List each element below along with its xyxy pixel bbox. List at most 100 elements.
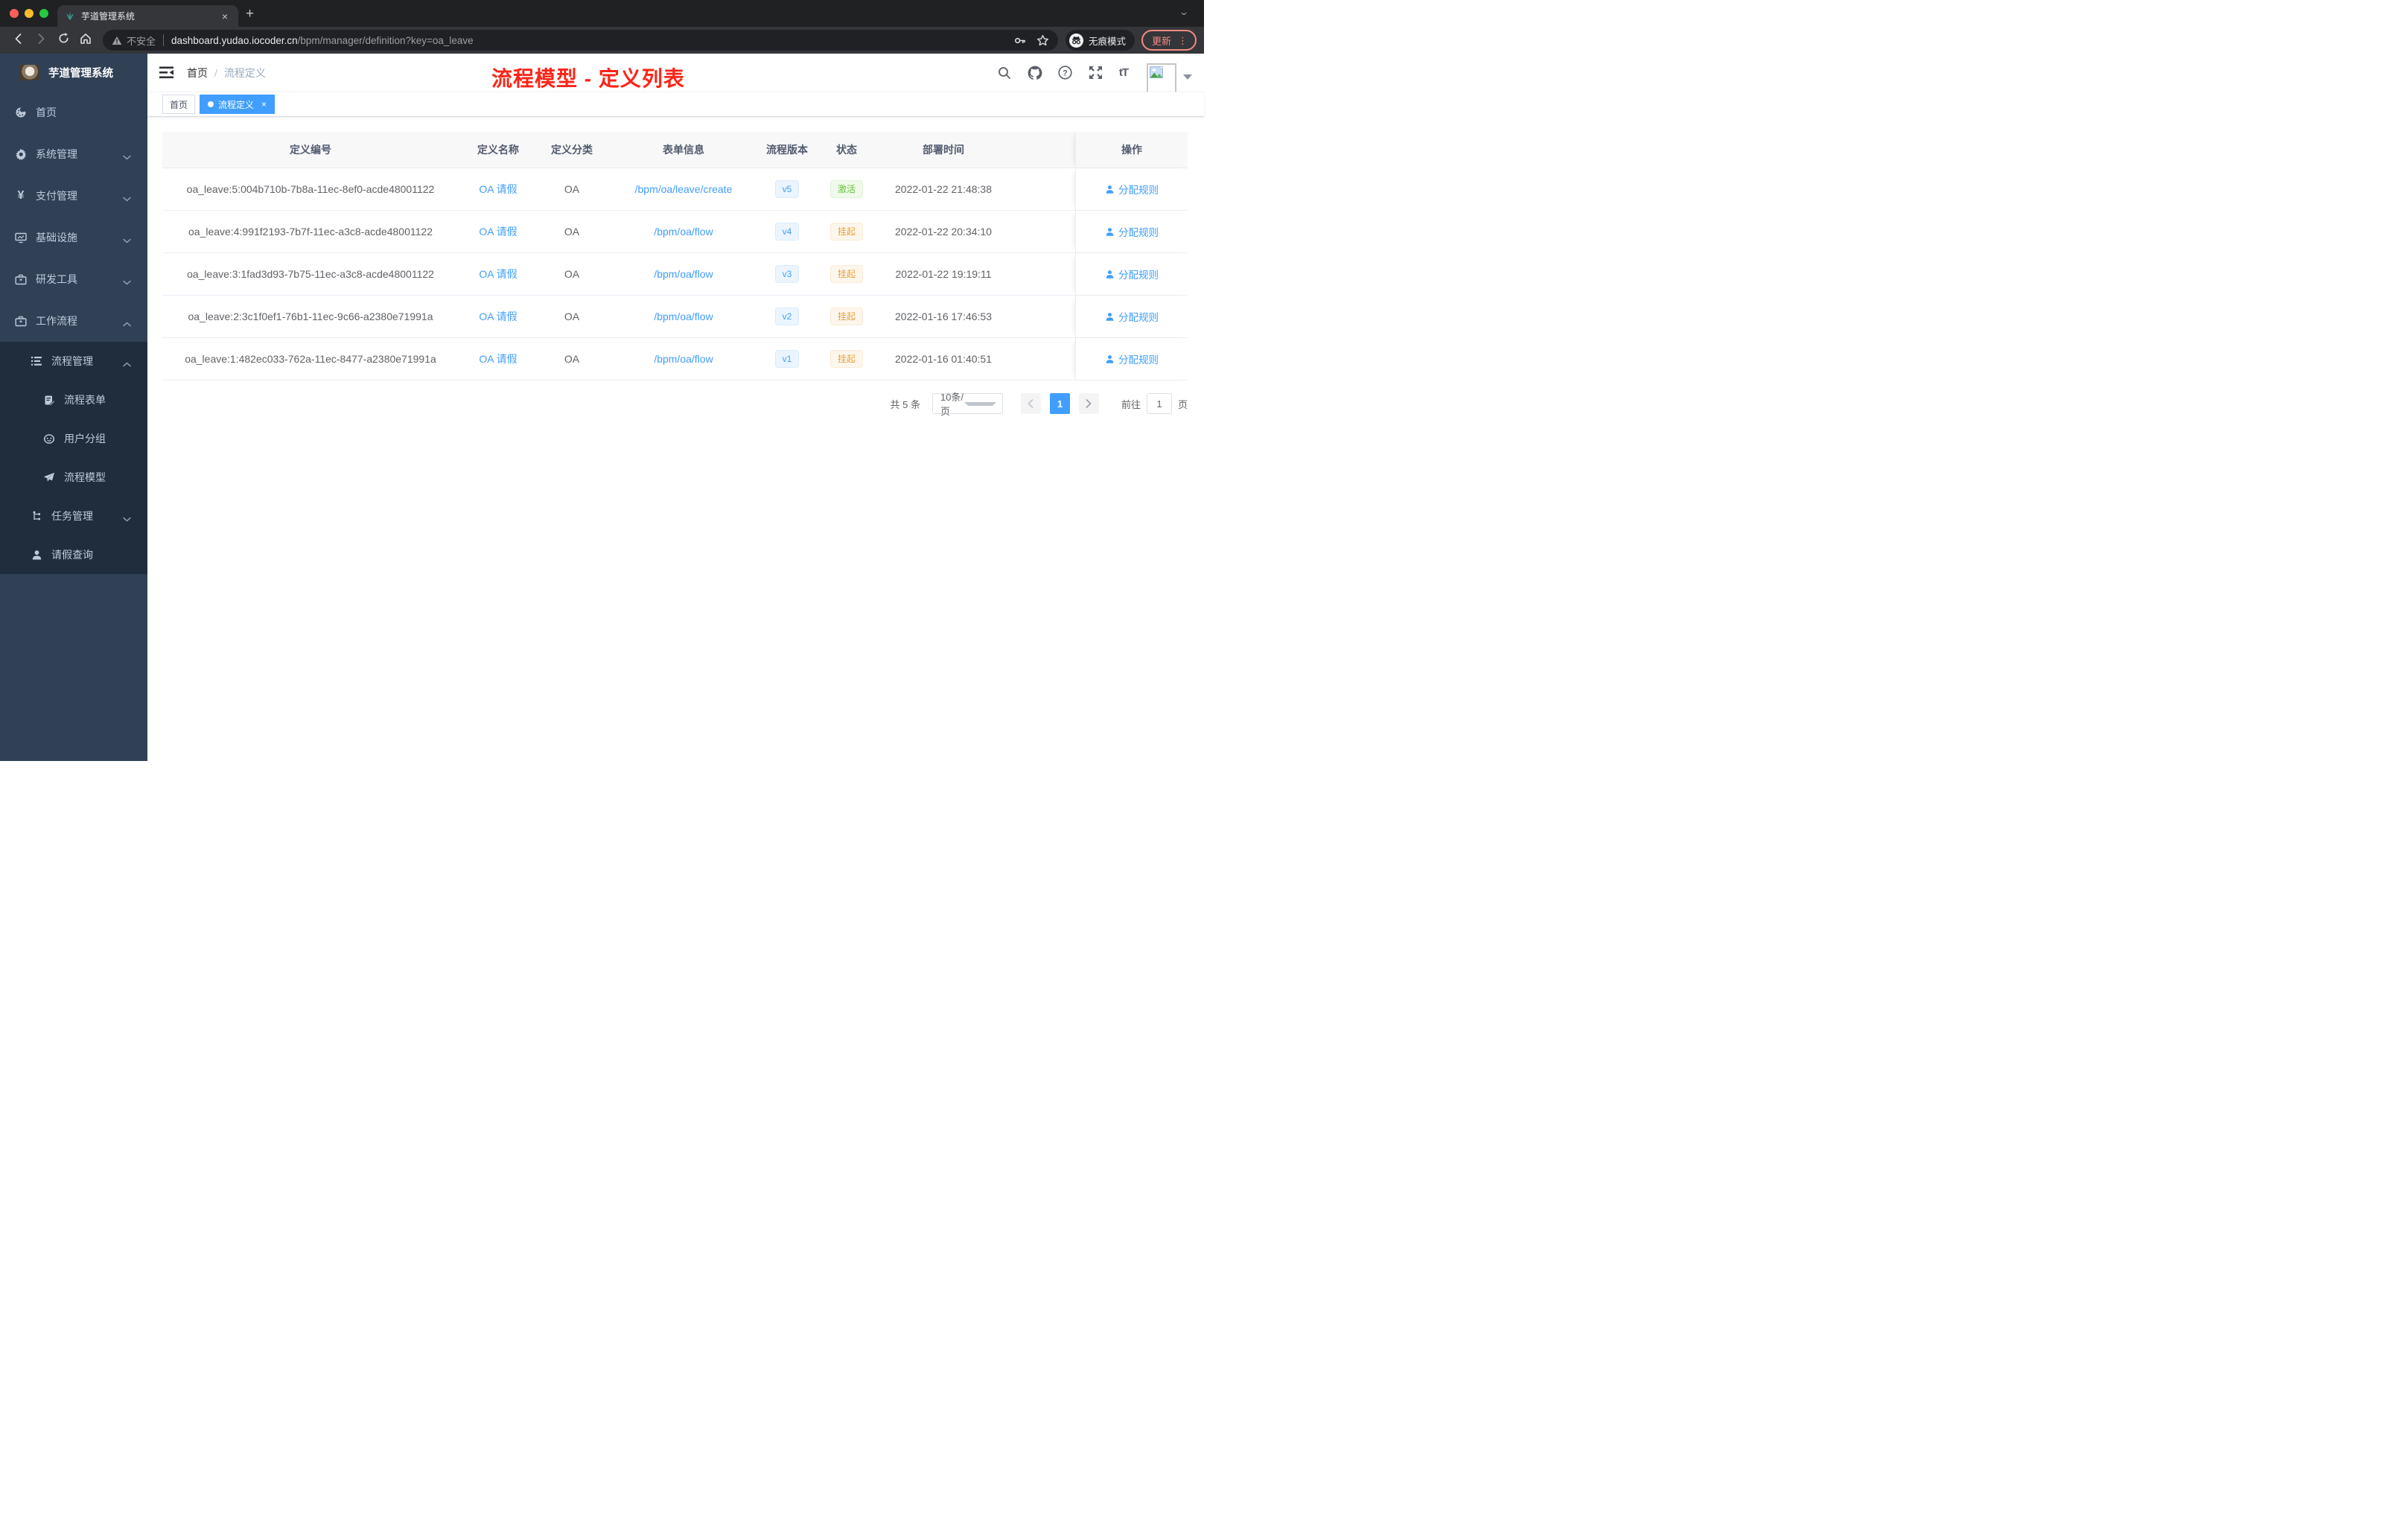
definition-category: OA: [564, 311, 580, 322]
sidebar-item-leave-query[interactable]: 请假查询: [0, 535, 147, 574]
github-icon[interactable]: [1028, 66, 1042, 80]
sidebar-item-dev-tools[interactable]: 研发工具: [0, 258, 147, 300]
status-badge: 激活: [829, 180, 863, 198]
version-badge: v5: [774, 180, 800, 198]
sidebar-item-payment[interactable]: ¥ 支付管理: [0, 175, 147, 217]
reload-icon[interactable]: [52, 32, 74, 48]
chevron-down-icon: [123, 276, 131, 287]
minimize-window-button[interactable]: [25, 9, 34, 18]
dashboard-icon: [15, 106, 27, 118]
font-size-icon[interactable]: tT: [1119, 66, 1129, 79]
bookmark-star-icon[interactable]: [1036, 34, 1049, 47]
new-tab-button[interactable]: +: [246, 6, 254, 22]
update-label: 更新: [1151, 35, 1171, 47]
pagination-total: 共 5 条: [890, 398, 920, 410]
col-header-status: 状态: [813, 132, 880, 168]
sidebar-item-infrastructure[interactable]: 基础设施: [0, 217, 147, 258]
col-header-id: 定义编号: [162, 132, 459, 168]
browser-tab[interactable]: 芋道管理系统 ×: [57, 5, 238, 27]
assign-rule-button[interactable]: 分配规则: [1105, 267, 1159, 281]
status-badge: 挂起: [829, 308, 863, 325]
help-icon[interactable]: ?: [1058, 66, 1073, 80]
table-row: oa_leave:3:1fad3d93-7b75-11ec-a3c8-acde4…: [162, 253, 1188, 296]
active-tag-dot: [208, 101, 214, 107]
definition-name-link[interactable]: OA 请假: [479, 182, 517, 197]
filler-cell: [1007, 168, 1075, 210]
sidebar-item-home[interactable]: 首页: [0, 92, 147, 133]
assign-rule-button[interactable]: 分配规则: [1105, 224, 1159, 239]
home-icon[interactable]: [74, 32, 97, 49]
sidebar-item-process-management[interactable]: 流程管理: [0, 342, 147, 380]
sidebar-item-label: 请假查询: [51, 549, 93, 561]
sidebar-logo[interactable]: 芋道管理系统: [0, 54, 147, 92]
definition-name-link[interactable]: OA 请假: [479, 224, 517, 239]
page-size-select[interactable]: 10条/页: [931, 392, 1003, 417]
incognito-badge: 无痕模式: [1065, 30, 1135, 51]
form-link[interactable]: /bpm/oa/flow: [654, 311, 713, 322]
search-icon[interactable]: [997, 66, 1012, 80]
col-header-actions: 操作: [1075, 132, 1188, 168]
status-badge: 挂起: [829, 265, 863, 283]
definition-table: 定义编号 定义名称 定义分类 表单信息 流程版本 状态 部署时间 操作 oa_l…: [162, 132, 1188, 380]
prev-page-button[interactable]: [1020, 393, 1041, 414]
table-row: oa_leave:2:3c1f0ef1-76b1-11ec-9c66-a2380…: [162, 296, 1188, 338]
security-label[interactable]: 不安全: [127, 34, 156, 48]
definition-name-link[interactable]: OA 请假: [479, 309, 517, 324]
definition-category: OA: [564, 226, 580, 238]
sidebar-item-task-management[interactable]: 任务管理: [0, 497, 147, 535]
fullscreen-icon[interactable]: [1089, 66, 1103, 80]
password-key-icon[interactable]: [1013, 34, 1026, 47]
sidebar-item-process-model[interactable]: 流程模型: [0, 458, 147, 497]
form-link[interactable]: /bpm/oa/flow: [654, 226, 713, 238]
chevron-down-icon: [123, 192, 131, 204]
table-row: oa_leave:1:482ec033-762a-11ec-8477-a2380…: [162, 338, 1188, 380]
user-icon: [31, 549, 42, 561]
next-page-button[interactable]: [1078, 393, 1099, 414]
definition-name-link[interactable]: OA 请假: [479, 267, 517, 281]
tags-view: 首页 流程定义 ×: [147, 92, 1204, 117]
sidebar-item-label: 流程管理: [51, 355, 93, 367]
assign-rule-button[interactable]: 分配规则: [1105, 182, 1159, 197]
page-number-button[interactable]: 1: [1049, 393, 1070, 414]
briefcase-icon: [15, 315, 27, 327]
sidebar-item-label: 流程表单: [64, 394, 106, 406]
sidebar-fold-icon[interactable]: [159, 66, 173, 79]
sidebar-item-workflow[interactable]: 工作流程: [0, 300, 147, 342]
goto-page-input[interactable]: [1146, 393, 1172, 414]
tag-home[interactable]: 首页: [162, 95, 196, 114]
tab-close-icon[interactable]: ×: [219, 10, 231, 23]
assign-rule-label: 分配规则: [1118, 354, 1159, 366]
deploy-time: 2022-01-22 20:34:10: [895, 226, 992, 238]
back-icon[interactable]: [7, 32, 30, 49]
avatar-dropdown-caret-icon[interactable]: [1183, 74, 1192, 80]
breadcrumb-home[interactable]: 首页: [187, 66, 208, 80]
forward-icon[interactable]: [30, 32, 52, 49]
col-header-filler: [1007, 132, 1075, 168]
form-link[interactable]: /bpm/oa/leave/create: [635, 183, 733, 195]
url-bar[interactable]: 不安全 dashboard.yudao.iocoder.cn/bpm/manag…: [103, 30, 1058, 51]
window-controls[interactable]: [10, 9, 48, 18]
tag-process-definition[interactable]: 流程定义 ×: [200, 95, 275, 114]
form-link[interactable]: /bpm/oa/flow: [654, 268, 713, 280]
favicon-leaf-icon: [66, 11, 74, 20]
sidebar-item-label: 流程模型: [64, 471, 106, 483]
zoom-window-button[interactable]: [39, 9, 48, 18]
form-link[interactable]: /bpm/oa/flow: [654, 353, 713, 365]
assign-rule-button[interactable]: 分配规则: [1105, 351, 1159, 366]
sidebar: 芋道管理系统 首页 系统管理 ¥ 支付管理 基础设施 研发工具 工作流程 流程管…: [0, 54, 147, 761]
sidebar-item-process-form[interactable]: 流程表单: [0, 380, 147, 419]
goto-label: 前往: [1121, 398, 1141, 410]
sidebar-item-user-group[interactable]: 用户分组: [0, 419, 147, 458]
browser-menu-dots-icon[interactable]: ⋮: [1178, 36, 1188, 45]
definition-name-link[interactable]: OA 请假: [479, 351, 517, 366]
close-window-button[interactable]: [10, 9, 19, 18]
col-header-deploy-time: 部署时间: [880, 132, 1007, 168]
sidebar-item-system[interactable]: 系统管理: [0, 133, 147, 175]
url-text[interactable]: dashboard.yudao.iocoder.cn/bpm/manager/d…: [171, 35, 1006, 46]
pagination: 共 5 条 10条/页 1 前往 页: [162, 392, 1188, 417]
tag-close-icon[interactable]: ×: [261, 99, 267, 109]
browser-update-button[interactable]: 更新 ⋮: [1141, 30, 1197, 51]
user-avatar[interactable]: [1147, 63, 1192, 93]
assign-rule-button[interactable]: 分配规则: [1105, 309, 1159, 324]
tab-search-chevron-icon[interactable]: ⌄: [1179, 7, 1189, 17]
